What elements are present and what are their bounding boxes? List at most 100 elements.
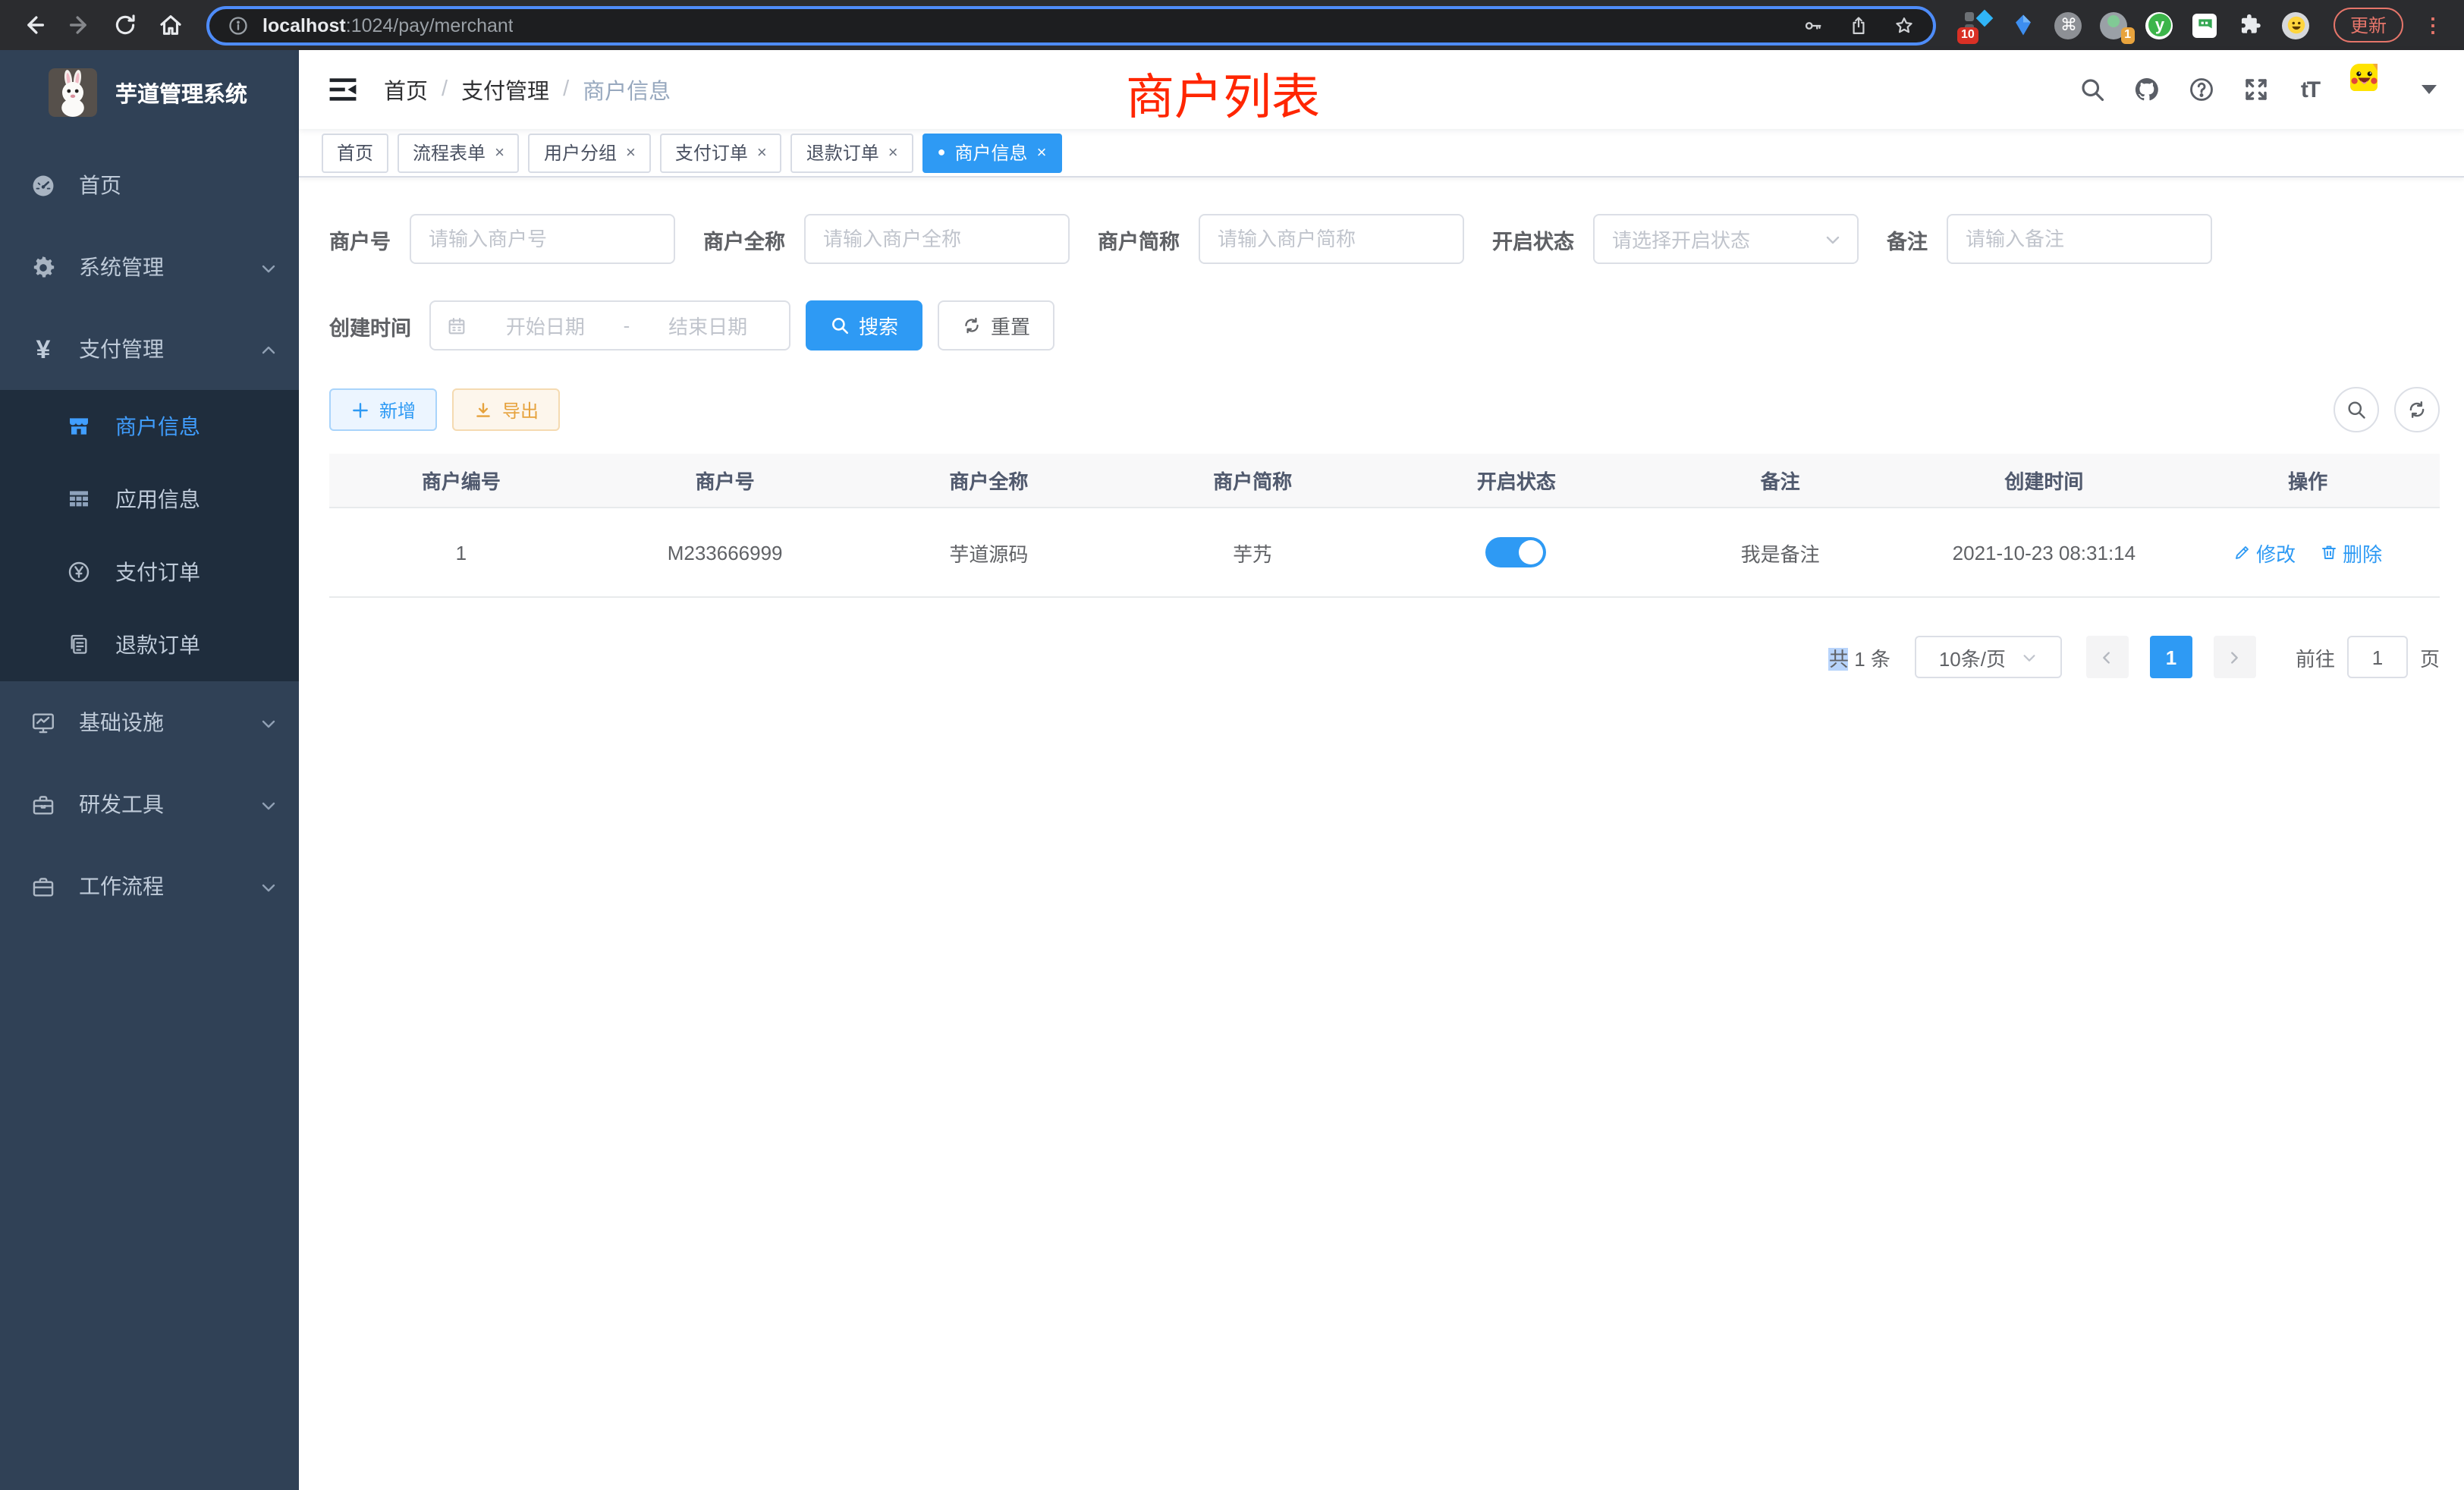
font-size-icon[interactable]: tT: [2296, 75, 2324, 104]
fullscreen-icon[interactable]: [2241, 75, 2270, 104]
goto-label: 前往: [2296, 643, 2335, 671]
app-logo-row[interactable]: 芋道管理系统: [0, 50, 299, 135]
edit-link[interactable]: 修改: [2233, 538, 2296, 567]
full-name-input[interactable]: [803, 214, 1069, 264]
extension-grid-icon[interactable]: 10: [1963, 11, 1992, 39]
column-header: 商户号: [593, 466, 857, 495]
show-search-button[interactable]: [2334, 387, 2379, 432]
sidebar-item-pay[interactable]: ¥ 支付管理: [0, 308, 299, 390]
column-header: 操作: [2176, 466, 2440, 495]
plus-icon: [350, 400, 370, 420]
date-start-placeholder: 开始日期: [479, 311, 611, 340]
delete-link[interactable]: 删除: [2320, 538, 2382, 567]
browser-forward-icon[interactable]: [64, 10, 94, 40]
github-icon[interactable]: [2132, 75, 2161, 104]
reset-button[interactable]: 重置: [938, 300, 1054, 350]
prev-page-button[interactable]: [2086, 636, 2129, 678]
bookmark-star-icon[interactable]: [1894, 14, 1915, 36]
sidebar-item-home[interactable]: 首页: [0, 144, 299, 226]
extension-recorder-icon[interactable]: 1: [2100, 11, 2129, 39]
remark-input[interactable]: [1946, 214, 2211, 264]
site-info-icon[interactable]: [228, 14, 249, 36]
password-key-icon[interactable]: [1802, 14, 1824, 36]
address-bar[interactable]: localhost:1024/pay/merchant: [206, 5, 1936, 45]
date-separator: -: [624, 314, 630, 337]
sidebar-item-pay-order[interactable]: 支付订单: [0, 536, 299, 608]
close-icon[interactable]: ×: [1037, 143, 1047, 162]
chevron-down-icon: [259, 713, 278, 731]
sidebar-item-app-info[interactable]: 应用信息: [0, 463, 299, 536]
column-header: 商户编号: [329, 466, 593, 495]
search-icon: [830, 316, 850, 335]
pagination-total: 共 1 条: [1829, 643, 1890, 671]
extensions-puzzle-icon[interactable]: [2236, 11, 2265, 39]
search-icon[interactable]: [2077, 75, 2106, 104]
tab-user-group[interactable]: 用户分组 ×: [529, 133, 651, 172]
merchant-no-label: 商户号: [329, 224, 391, 254]
status-select[interactable]: 请选择开启状态: [1592, 214, 1858, 264]
page-number-1[interactable]: 1: [2150, 636, 2192, 678]
next-page-button[interactable]: [2214, 636, 2256, 678]
close-icon[interactable]: ×: [626, 143, 636, 162]
sidebar-item-infra[interactable]: 基础设施: [0, 681, 299, 763]
browser-update-button[interactable]: 更新: [2334, 8, 2403, 42]
breadcrumb-home[interactable]: 首页: [384, 74, 428, 105]
gear-icon: [30, 254, 56, 280]
sidebar-item-merchant-info[interactable]: 商户信息: [0, 390, 299, 463]
extension-badge: 1: [2120, 27, 2135, 44]
pay-submenu: 商户信息 应用信息 支付订单: [0, 390, 299, 681]
browser-menu-icon[interactable]: ⋮: [2420, 13, 2446, 37]
status-toggle[interactable]: [1486, 537, 1547, 567]
sidebar-item-dev-tools[interactable]: 研发工具: [0, 763, 299, 845]
extension-chat-icon[interactable]: [2191, 11, 2220, 39]
chevron-down-icon: [259, 877, 278, 895]
browser-reload-icon[interactable]: [109, 10, 140, 40]
extension-yuque-icon[interactable]: y: [2145, 11, 2174, 39]
extension-command-icon[interactable]: ⌘: [2054, 11, 2083, 39]
refresh-table-button[interactable]: [2394, 387, 2440, 432]
browser-home-icon[interactable]: [155, 10, 185, 40]
share-icon[interactable]: [1848, 14, 1869, 36]
create-time-range-picker[interactable]: 开始日期 - 结束日期: [429, 300, 790, 350]
sidebar-item-label: 退款订单: [115, 630, 200, 660]
tab-process-form[interactable]: 流程表单 ×: [398, 133, 520, 172]
sidebar: 芋道管理系统 首页 系统管理: [0, 50, 299, 1490]
short-name-input[interactable]: [1198, 214, 1463, 264]
column-header: 商户简称: [1120, 466, 1384, 495]
breadcrumb-pay[interactable]: 支付管理: [461, 74, 549, 105]
browser-back-icon[interactable]: [18, 10, 49, 40]
close-icon[interactable]: ×: [495, 143, 504, 162]
extension-gem-icon[interactable]: [2009, 11, 2038, 39]
delete-link-label: 删除: [2343, 538, 2382, 567]
sidebar-item-refund-order[interactable]: 退款订单: [0, 608, 299, 681]
page-size-select[interactable]: 10条/页: [1915, 636, 2062, 678]
export-button[interactable]: 导出: [452, 388, 560, 431]
tab-refund-order[interactable]: 退款订单 ×: [791, 133, 913, 172]
add-button[interactable]: 新增: [329, 388, 437, 431]
cell-remark: 我是备注: [1648, 538, 1912, 567]
sidebar-item-system[interactable]: 系统管理: [0, 226, 299, 308]
chevron-up-icon: [259, 340, 278, 358]
status-select-placeholder: 请选择开启状态: [1612, 225, 1823, 253]
page-content: 商户号 商户全称 商户简称 开启状态 请选择开启状态: [299, 178, 2464, 678]
avatar-caret-icon[interactable]: [2422, 85, 2437, 94]
extension-emoji-icon[interactable]: [2282, 11, 2311, 39]
close-icon[interactable]: ×: [888, 143, 898, 162]
tab-home[interactable]: 首页: [322, 133, 388, 172]
column-header: 备注: [1648, 466, 1912, 495]
browser-toolbar: localhost:1024/pay/merchant 10 ⌘ 1: [0, 0, 2464, 50]
help-icon[interactable]: [2186, 75, 2215, 104]
app-title: 芋道管理系统: [115, 77, 247, 108]
table-toolbar: 新增 导出: [329, 387, 2440, 432]
tab-pay-order[interactable]: 支付订单 ×: [660, 133, 782, 172]
merchant-no-input[interactable]: [409, 214, 674, 264]
sidebar-collapse-icon[interactable]: [326, 73, 360, 106]
url-text: localhost:1024/pay/merchant: [262, 14, 514, 36]
search-button[interactable]: 搜索: [806, 300, 922, 350]
goto-page-input[interactable]: [2347, 636, 2408, 678]
tab-merchant-info[interactable]: ● 商户信息 ×: [922, 133, 1062, 172]
avatar[interactable]: [2350, 63, 2403, 116]
close-icon[interactable]: ×: [757, 143, 767, 162]
sidebar-item-label: 应用信息: [115, 484, 200, 514]
sidebar-item-workflow[interactable]: 工作流程: [0, 845, 299, 927]
